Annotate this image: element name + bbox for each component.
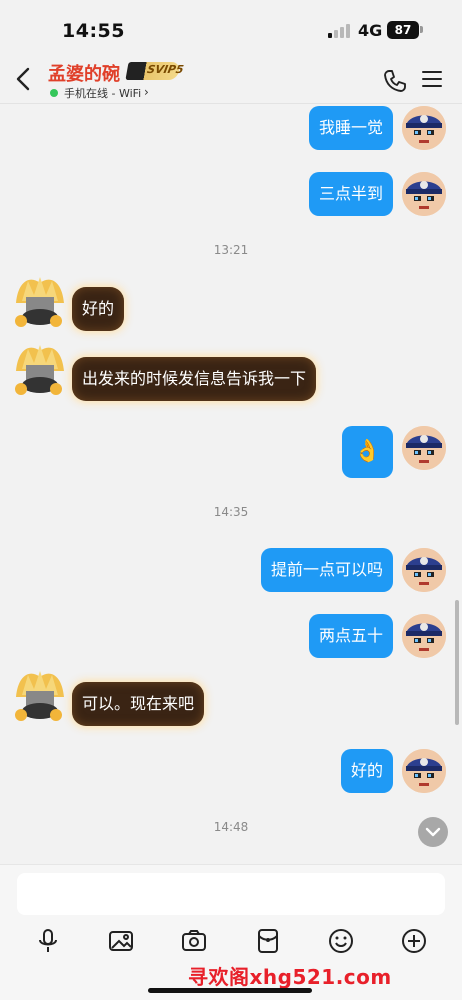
message-bubble-mine[interactable]: 两点五十 bbox=[308, 614, 393, 658]
avatar[interactable] bbox=[402, 548, 446, 592]
battery-icon: 87 bbox=[387, 21, 419, 39]
chevron-down-icon bbox=[425, 827, 441, 837]
vip-badge-label: SVIP5 bbox=[146, 63, 185, 76]
contact-name[interactable]: 孟婆的碗 bbox=[48, 60, 120, 86]
message-bubble-theirs[interactable]: 好的 bbox=[72, 287, 125, 331]
scrollbar[interactable] bbox=[455, 600, 459, 725]
battery-tip bbox=[420, 26, 423, 33]
message-bubble-theirs[interactable]: 可以。现在来吧 bbox=[72, 682, 205, 726]
menu-icon[interactable] bbox=[422, 71, 442, 89]
message-bubble-mine[interactable]: 好的 bbox=[340, 749, 393, 793]
message-bubble-mine[interactable]: 👌 bbox=[341, 426, 393, 478]
message-input[interactable] bbox=[17, 873, 445, 915]
message-bubble-mine[interactable]: 提前一点可以吗 bbox=[260, 548, 393, 592]
avatar[interactable] bbox=[12, 667, 68, 723]
message-bubble-theirs[interactable]: 出发来的时候发信息告诉我一下 bbox=[72, 357, 317, 401]
avatar[interactable] bbox=[402, 172, 446, 216]
avatar[interactable] bbox=[402, 614, 446, 658]
avatar[interactable] bbox=[12, 341, 68, 397]
emoji-icon[interactable] bbox=[328, 928, 354, 954]
plus-icon[interactable] bbox=[401, 928, 427, 954]
status-bar: 14:55 4G 87 bbox=[0, 0, 462, 54]
message-bubble-mine[interactable]: 三点半到 bbox=[308, 172, 393, 216]
chevron-right-icon[interactable]: › bbox=[144, 85, 149, 99]
chat-messages[interactable]: 我睡一觉 三点半到 13:21 好的 出发来的时候发信息告诉我一下 👌 14:3… bbox=[0, 105, 462, 865]
input-area: 寻欢阁xhg521.com bbox=[0, 864, 462, 1000]
status-time: 14:55 bbox=[62, 20, 125, 42]
online-status[interactable]: 手机在线 - WiFi bbox=[64, 85, 141, 101]
red-packet-icon[interactable] bbox=[255, 928, 281, 954]
signal-icon bbox=[328, 24, 352, 38]
camera-icon[interactable] bbox=[181, 928, 207, 954]
message-bubble-mine[interactable]: 我睡一觉 bbox=[308, 106, 393, 150]
image-icon[interactable] bbox=[108, 928, 134, 954]
vip-badge: SVIP5 bbox=[125, 62, 185, 80]
network-type: 4G bbox=[358, 21, 383, 40]
avatar[interactable] bbox=[402, 106, 446, 150]
phone-icon[interactable] bbox=[382, 68, 408, 94]
avatar[interactable] bbox=[402, 749, 446, 793]
avatar[interactable] bbox=[402, 426, 446, 470]
home-indicator bbox=[148, 988, 312, 993]
timestamp: 14:48 bbox=[213, 820, 249, 834]
watermark: 寻欢阁xhg521.com bbox=[188, 965, 392, 989]
mic-icon[interactable] bbox=[35, 928, 61, 954]
timestamp: 13:21 bbox=[213, 243, 249, 257]
timestamp: 14:35 bbox=[213, 505, 249, 519]
online-dot-icon bbox=[50, 89, 58, 97]
chat-header: 孟婆的碗 SVIP5 手机在线 - WiFi › bbox=[0, 54, 462, 104]
chevron-left-icon[interactable] bbox=[10, 64, 38, 94]
avatar[interactable] bbox=[12, 273, 68, 329]
scroll-down-button[interactable] bbox=[418, 817, 448, 847]
